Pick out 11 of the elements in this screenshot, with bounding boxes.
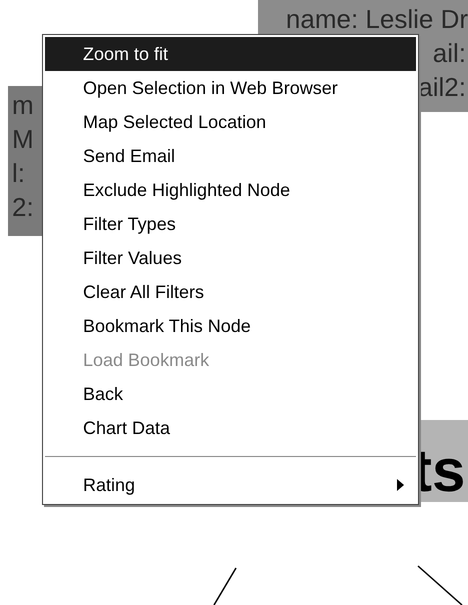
menu-item[interactable]: Zoom to fit — [45, 37, 416, 71]
submenu-arrow-icon — [397, 479, 404, 491]
node-text: M — [12, 123, 34, 156]
connector-line — [418, 565, 462, 605]
connector-line — [213, 568, 237, 605]
node-text: 2: — [12, 191, 34, 224]
node-text: name: Leslie Dr — [286, 3, 468, 36]
node-text: ail: — [432, 37, 467, 70]
node-text: ail2: — [418, 71, 467, 104]
node-text: m — [12, 89, 34, 122]
node-text: l: — [12, 157, 25, 190]
